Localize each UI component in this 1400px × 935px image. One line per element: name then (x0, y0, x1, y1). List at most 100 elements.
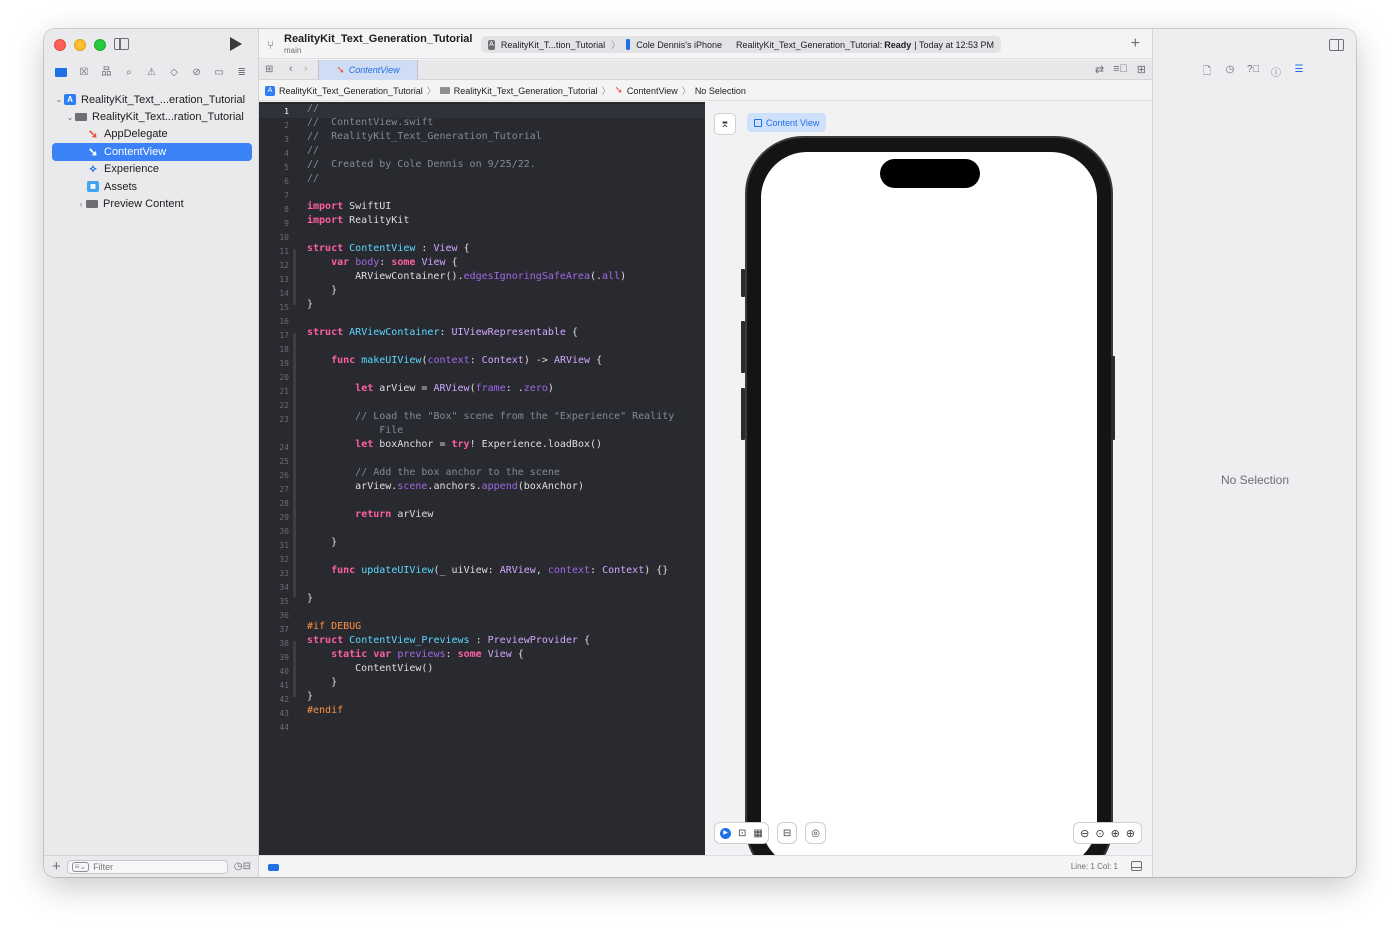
pin-preview-button[interactable]: ⌆ (714, 113, 736, 135)
history-inspector-icon[interactable]: ◷ (1224, 64, 1236, 81)
recent-files-icon[interactable]: ◷⊟ (234, 861, 251, 872)
tree-item-preview-content[interactable]: › Preview Content (52, 195, 252, 212)
variants-icon[interactable]: ▦ (753, 828, 762, 839)
filter-field[interactable]: ≡⌄ (66, 859, 228, 874)
code-line: } (307, 691, 314, 702)
tree-item-contentview[interactable]: ➘ ContentView (52, 143, 252, 161)
source-control-icon[interactable]: ☒ (78, 67, 90, 78)
fold-ribbon[interactable] (293, 641, 296, 697)
preview-canvas: ⌆ Content View ▶ ⊡ ▦ ⊟ ◎ ⊖ ⊙ ⊕ ⊕ (705, 102, 1152, 855)
code-line: #if DEBUG (307, 621, 362, 632)
symbol-icon[interactable]: 品 (100, 67, 112, 78)
project-title[interactable]: RealityKit_Text_Generation_Tutorial (284, 33, 472, 45)
editor-options-icon[interactable]: ≡⃞ (1113, 63, 1128, 76)
attributes-inspector-icon[interactable]: ☰ (1293, 64, 1305, 81)
code-line: File (379, 425, 404, 436)
debug-icon[interactable]: ⊘ (191, 67, 203, 78)
zoom-controls: ⊖ ⊙ ⊕ ⊕ (1073, 822, 1142, 844)
current-line-highlight (259, 104, 705, 118)
fold-ribbon[interactable] (293, 249, 296, 305)
tree-item-label: AppDelegate (104, 128, 168, 141)
chevron-down-icon[interactable]: ⌄ (65, 113, 75, 122)
quick-help-icon[interactable]: ?⃝ (1247, 64, 1260, 81)
split-editor-icon[interactable]: ⊞ (1137, 63, 1146, 76)
code-line: import RealityKit (307, 215, 410, 226)
code-line: arView.scene.anchors.append(boxAnchor) (307, 481, 584, 492)
jumpbar-symbol[interactable]: No Selection (695, 86, 746, 96)
branch-name: main (284, 46, 302, 55)
code-line: } (307, 285, 338, 296)
preview-label[interactable]: Content View (747, 113, 827, 132)
zoom-in-icon[interactable]: ⊕ (1126, 827, 1135, 840)
device-settings-icon[interactable]: ⊟ (783, 828, 791, 839)
back-button[interactable]: ‹ (289, 63, 293, 75)
run-button[interactable] (230, 37, 242, 51)
breakpoint-icon[interactable]: ▭ (213, 67, 225, 78)
build-status-prefix: RealityKit_Text_Generation_Tutorial: (736, 39, 883, 50)
tree-item-assets[interactable]: ▦ Assets (52, 178, 252, 195)
forward-button[interactable]: › (304, 63, 308, 75)
identity-inspector-icon[interactable]: ⓘ (1270, 64, 1282, 81)
zoom-actual-icon[interactable]: ⊕ (1111, 827, 1120, 840)
file-inspector-icon[interactable]: 🗋 (1201, 64, 1213, 81)
main-toolbar: ⑂ RealityKit_Text_Generation_Tutorial ma… (259, 29, 1152, 59)
jumpbar-group[interactable]: RealityKit_Text_Generation_Tutorial (454, 86, 598, 96)
file-tree: ⌄ A RealityKit_Text_...eration_Tutorial … (52, 91, 252, 213)
line-number: 28 (279, 499, 289, 508)
code-line: static var previews: some View { (331, 649, 524, 660)
add-file-button[interactable]: + (52, 858, 61, 875)
tree-item-experience[interactable]: ⟡ Experience (52, 161, 252, 178)
chevron-right-icon[interactable]: › (76, 200, 86, 209)
minimize-window-button[interactable] (74, 39, 86, 51)
test-icon[interactable]: ◇ (168, 67, 180, 78)
tab-contentview[interactable]: ➘ ContentView (318, 60, 418, 80)
swift-file-icon: ➘ (614, 85, 623, 96)
line-number: 24 (279, 443, 289, 452)
filter-icon[interactable]: ≡⌄ (71, 861, 90, 872)
report-icon[interactable]: ≣ (236, 67, 248, 78)
line-number: 11 (279, 247, 289, 256)
jumpbar-project[interactable]: RealityKit_Text_Generation_Tutorial (279, 86, 423, 96)
color-scheme-icon[interactable]: ◎ (811, 828, 820, 839)
selectable-preview-icon[interactable]: ⊡ (738, 828, 746, 839)
device-screen[interactable] (761, 152, 1097, 855)
device-selector[interactable]: Cole Dennis's iPhone (636, 40, 722, 50)
tree-item-group[interactable]: ⌄ RealityKit_Text...ration_Tutorial (52, 108, 252, 125)
chevron-right-icon: 〉 (426, 86, 436, 96)
debug-area-toggle-icon[interactable] (268, 864, 279, 871)
dynamic-island (880, 159, 980, 188)
zoom-window-button[interactable] (94, 39, 106, 51)
sidebar-toggle-icon[interactable] (114, 38, 129, 50)
inspector-toggle-icon[interactable] (1329, 39, 1344, 51)
editor-options: ⇄ ≡⃞ ⊞ (1095, 63, 1146, 76)
zoom-fit-icon[interactable]: ⊙ (1095, 827, 1104, 840)
search-icon[interactable]: ⌕ (123, 67, 135, 78)
issue-icon[interactable]: ⚠ (145, 67, 157, 78)
scheme-selector[interactable]: RealityKit_T...tion_Tutorial (501, 40, 605, 50)
fold-ribbon[interactable] (293, 333, 296, 597)
live-preview-button[interactable]: ▶ (720, 827, 731, 839)
close-window-button[interactable] (54, 39, 66, 51)
line-number: 14 (279, 289, 289, 298)
zoom-out-icon[interactable]: ⊖ (1080, 827, 1089, 840)
filter-input[interactable] (93, 861, 194, 872)
color-scheme-button[interactable]: ◎ (805, 822, 826, 844)
line-number: 40 (279, 667, 289, 676)
add-library-button[interactable]: + (1131, 35, 1140, 53)
console-toggle-icon[interactable] (1131, 861, 1142, 871)
tree-item-project[interactable]: ⌄ A RealityKit_Text_...eration_Tutorial (52, 91, 252, 108)
line-number: 6 (284, 177, 289, 186)
line-number: 37 (279, 625, 289, 634)
code-line: let arView = ARView(frame: .zero) (355, 383, 554, 394)
inspector-tabs: 🗋 ◷ ?⃝ ⓘ ☰ (1201, 64, 1305, 81)
code-line: var body: some View { (331, 257, 458, 268)
device-settings-button[interactable]: ⊟ (776, 822, 798, 844)
power-button (1111, 356, 1115, 440)
jumpbar-file[interactable]: ContentView (627, 86, 678, 96)
folder-icon[interactable] (55, 67, 68, 78)
refresh-icon[interactable]: ⇄ (1095, 63, 1104, 76)
related-items-icon[interactable]: ⊞ (265, 64, 273, 75)
tree-item-appdelegate[interactable]: ➘ AppDelegate (52, 126, 252, 143)
chevron-down-icon[interactable]: ⌄ (54, 95, 64, 104)
code-editor[interactable]: 1 2 3 4 5 6 7 8 9 10 11 12 13 14 15 16 1… (259, 102, 705, 855)
